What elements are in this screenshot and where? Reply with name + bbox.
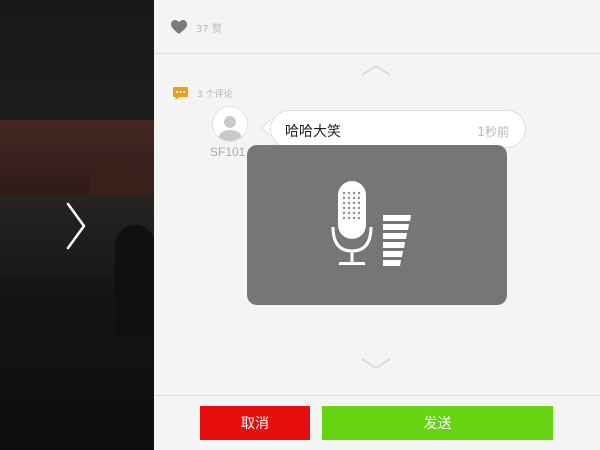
scroll-down-button[interactable] (360, 356, 392, 370)
chevron-right-icon (66, 202, 86, 250)
cancel-button[interactable]: 取消 (200, 406, 310, 440)
comments-header: 3 个评论 (172, 86, 233, 101)
divider-bottom (154, 395, 600, 396)
divider-top (154, 53, 600, 54)
voice-recording-overlay (247, 145, 507, 305)
next-photo-button[interactable] (60, 200, 92, 252)
likes-count: 37 赞 (196, 23, 222, 35)
speech-bubble-icon (173, 87, 188, 100)
volume-level-icon (383, 215, 411, 266)
comment-text: 哈哈大笑 (285, 124, 341, 140)
comment-bubble: 哈哈大笑 1秒前 (270, 110, 526, 148)
chevron-up-icon (361, 65, 391, 76)
send-button[interactable]: 发送 (322, 406, 553, 440)
comment-user-name[interactable]: SF101 (210, 145, 245, 159)
user-avatar-icon (218, 116, 242, 141)
heart-icon (171, 20, 187, 34)
avatar[interactable] (212, 106, 248, 142)
likes-row[interactable]: 37 赞 (170, 16, 222, 38)
chevron-down-icon (361, 358, 391, 369)
microphone-icon (331, 181, 373, 265)
comment-time: 1秒前 (477, 125, 509, 139)
photo-panel (0, 0, 154, 450)
scroll-up-button[interactable] (360, 62, 392, 76)
comments-count: 3 个评论 (197, 90, 233, 100)
